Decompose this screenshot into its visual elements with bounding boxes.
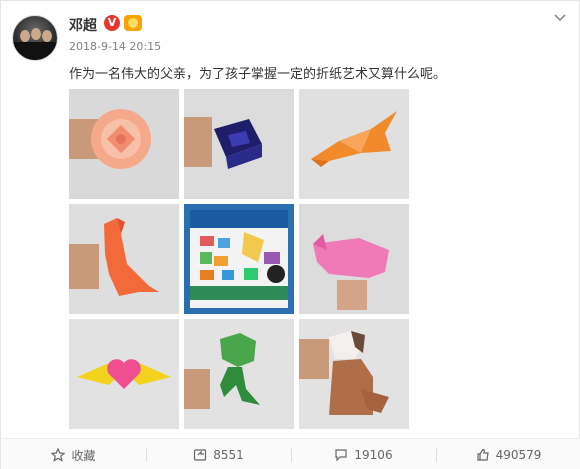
origami-seal-photo[interactable] (69, 204, 179, 314)
origami-book-photo[interactable] (184, 204, 294, 314)
member-level-icon[interactable] (124, 15, 142, 31)
origami-fish-photo[interactable] (299, 89, 409, 199)
origami-pig-photo[interactable] (299, 204, 409, 314)
post-text: 作为一名伟大的父亲，为了孩子掌握一定的折纸艺术又算什么呢。 (69, 67, 447, 82)
repost-count: 8551 (213, 448, 244, 462)
comment-count: 19106 (354, 448, 393, 462)
photo-grid (69, 89, 409, 429)
origami-heart-wings-photo[interactable] (69, 319, 179, 429)
favorite-label: 收藏 (71, 448, 96, 463)
repost-button[interactable]: 8551 (146, 439, 291, 469)
post-timestamp[interactable]: 2018-9-14 20:15 (69, 40, 161, 53)
repost-icon (193, 448, 207, 462)
star-icon (51, 447, 66, 462)
favorite-button[interactable]: 收藏 (1, 439, 146, 469)
origami-box-photo[interactable] (184, 89, 294, 199)
like-count: 490579 (495, 448, 542, 462)
origami-dog-photo[interactable] (299, 319, 409, 429)
action-toolbar: 收藏 8551 19106 490579 (1, 438, 580, 469)
origami-frog-photo[interactable] (184, 319, 294, 429)
weibo-post-card: 邓超 V 2018-9-14 20:15 作为一名伟大的父亲，为了孩子掌握一定的… (0, 0, 580, 469)
verified-icon: V (104, 15, 120, 31)
comment-icon (334, 448, 348, 462)
thumbs-up-icon (476, 448, 490, 462)
origami-rose-photo[interactable] (69, 89, 179, 199)
like-button[interactable]: 490579 (436, 439, 580, 469)
comment-button[interactable]: 19106 (291, 439, 436, 469)
chevron-down-icon[interactable] (553, 11, 567, 25)
avatar[interactable] (12, 15, 58, 61)
username[interactable]: 邓超 (69, 15, 97, 35)
